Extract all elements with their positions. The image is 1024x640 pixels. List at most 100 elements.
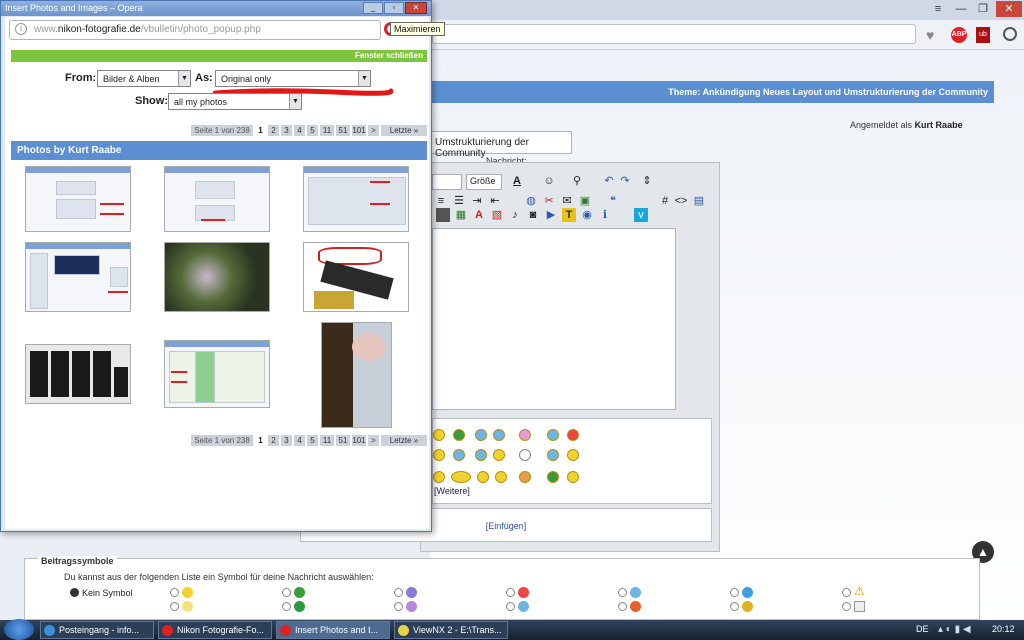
from-select[interactable]: Bilder & Alben ▼ [97, 70, 191, 87]
radio-post-icon[interactable] [170, 602, 179, 611]
globe-smiley-icon[interactable] [453, 429, 465, 441]
heart-icon[interactable]: ♥ [926, 27, 934, 43]
close-button[interactable]: ✕ [996, 1, 1022, 17]
outdent-icon[interactable]: ⇤ [488, 194, 502, 208]
pager-page-link[interactable]: 101 [352, 435, 366, 446]
pager-page-link[interactable]: 4 [294, 435, 305, 446]
radio-post-icon[interactable] [618, 588, 627, 597]
language-indicator[interactable]: DE [916, 624, 929, 634]
vimeo-icon[interactable]: v [634, 208, 648, 222]
waving-smiley-icon[interactable] [567, 471, 579, 483]
photo-thumbnail-2[interactable] [164, 166, 270, 232]
radio-post-icon[interactable] [842, 602, 851, 611]
minimize-button[interactable]: — [950, 1, 972, 17]
pager-page-link[interactable]: 5 [307, 435, 318, 446]
video-icon[interactable]: ▶ [544, 208, 558, 222]
cool-smiley-icon[interactable] [547, 429, 559, 441]
media-icon[interactable] [436, 208, 450, 222]
pager-page-link[interactable]: 11 [320, 125, 334, 136]
pager-page-link[interactable]: 2 [268, 125, 279, 136]
adblock-icon[interactable]: ABP [951, 27, 967, 43]
pager-page-link[interactable]: 51 [336, 125, 350, 136]
radio-post-icon[interactable] [282, 588, 291, 597]
email-icon[interactable]: ✉ [560, 194, 574, 208]
menu-icon[interactable]: ≡ [927, 1, 949, 17]
pager-page-link[interactable]: 2 [268, 435, 279, 446]
pager-page-link[interactable]: 51 [336, 435, 350, 446]
smiley-icon[interactable] [433, 449, 445, 461]
size-select[interactable]: Größe [466, 174, 502, 190]
post-title-field[interactable]: Umstrukturierung der Community [430, 131, 572, 159]
ublock-icon[interactable]: ub [976, 27, 990, 43]
more-smilies-link[interactable]: [Weitere] [434, 486, 470, 496]
radio-post-icon[interactable] [282, 602, 291, 611]
pager-page-link[interactable]: 3 [281, 125, 292, 136]
circle-icon[interactable]: ◉ [580, 208, 594, 222]
php-icon[interactable]: ▤ [692, 194, 706, 208]
photo-thumbnail-1[interactable] [25, 166, 131, 232]
font-color-icon[interactable]: A [510, 174, 524, 188]
start-button[interactable] [4, 619, 34, 640]
show-select[interactable]: all my photos ▼ [168, 93, 302, 110]
smiley-icon[interactable] [567, 449, 579, 461]
restore-button[interactable]: ❐ [972, 1, 994, 17]
music-icon[interactable]: ♪ [508, 208, 522, 222]
insert-link[interactable]: [Einfügen] [486, 521, 527, 531]
camera-icon[interactable]: ◙ [526, 208, 540, 222]
image-icon[interactable]: ▣ [578, 194, 592, 208]
undo-icon[interactable]: ↶ [602, 174, 616, 188]
radio-post-icon[interactable] [730, 602, 739, 611]
popup-close-button[interactable]: ✕ [405, 2, 427, 14]
radio-post-icon[interactable] [506, 588, 515, 597]
taskbar-item[interactable]: Nikon Fotografie-Fo... [158, 621, 272, 639]
photo-thumbnail-7[interactable] [25, 344, 131, 404]
unlink-icon[interactable]: ✂ [542, 194, 556, 208]
smiley-icon[interactable] [433, 429, 445, 441]
smiley-icon[interactable] [519, 449, 531, 461]
attach-icon[interactable]: ⚲ [570, 174, 584, 188]
smiley-icon[interactable] [477, 471, 489, 483]
address-bar[interactable] [432, 24, 916, 44]
list-icon[interactable]: ≡ [434, 194, 448, 208]
radio-post-icon[interactable] [170, 588, 179, 597]
pager-page-link[interactable]: > [368, 435, 379, 446]
radio-post-icon[interactable] [394, 588, 403, 597]
taskbar-item[interactable]: Insert Photos and I... [276, 621, 390, 639]
font-select[interactable] [432, 174, 462, 190]
message-editor-area[interactable] [432, 228, 676, 410]
info-icon[interactable]: ℹ [598, 208, 612, 222]
smiley-icon[interactable] [495, 471, 507, 483]
smiley-icon[interactable] [493, 429, 505, 441]
confused-smiley-icon[interactable] [475, 449, 487, 461]
taskbar-item[interactable]: ViewNX 2 - E:\Trans... [394, 621, 508, 639]
photo-thumbnail-6[interactable] [303, 242, 409, 312]
font-a-icon[interactable]: A [472, 208, 486, 222]
smiley-icon[interactable] [547, 449, 559, 461]
photo-thumbnail-9[interactable] [321, 322, 392, 428]
as-select[interactable]: Original only ▼ [215, 70, 371, 87]
grid-icon[interactable]: ▦ [454, 208, 468, 222]
smiley-icon[interactable] [433, 471, 445, 483]
pager-page-link[interactable]: 101 [352, 125, 366, 136]
smiley-icon[interactable] [453, 449, 465, 461]
redo-icon[interactable]: ↷ [618, 174, 632, 188]
dance-smiley-icon[interactable] [451, 471, 471, 483]
popup-minimize-button[interactable]: _ [363, 2, 383, 14]
pager-page-link[interactable]: 11 [320, 435, 334, 446]
angry-smiley-icon[interactable] [567, 429, 579, 441]
pdf-icon[interactable]: ▧ [490, 208, 504, 222]
indent-icon[interactable]: ⇥ [470, 194, 484, 208]
photo-thumbnail-3[interactable] [303, 166, 409, 232]
smiley-icon[interactable]: ☺ [542, 174, 556, 188]
popup-maximize-button[interactable]: ▫ [384, 2, 404, 14]
code-icon[interactable]: <> [674, 194, 688, 208]
tray-icons[interactable]: ▴ ◐ ▮ ◀ [938, 624, 971, 635]
smiley-icon[interactable] [475, 429, 487, 441]
account-icon[interactable] [1003, 27, 1017, 41]
pager-page-link[interactable]: 5 [307, 125, 318, 136]
radio-post-icon[interactable] [730, 588, 739, 597]
expand-icon[interactable]: ⇕ [640, 174, 654, 188]
pager-page-link[interactable]: 4 [294, 125, 305, 136]
t-icon[interactable]: T [562, 208, 576, 222]
sun-smiley-icon[interactable] [519, 471, 531, 483]
